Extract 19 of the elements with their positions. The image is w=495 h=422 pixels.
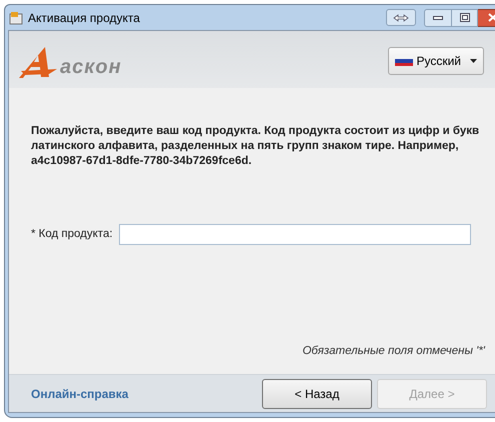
field-label: * Код продукта: [31, 226, 113, 242]
close-icon [488, 13, 495, 22]
logo-text: аскон [60, 56, 122, 76]
required-note: Обязательные поля отмечены '*' [302, 344, 485, 359]
maximize-icon [460, 13, 470, 22]
help-link[interactable]: Онлайн-справка [31, 384, 128, 402]
app-icon [9, 10, 23, 24]
maximize-button[interactable] [452, 8, 478, 26]
resize-button[interactable] [386, 9, 416, 26]
product-code-field[interactable] [118, 224, 471, 245]
minimize-button[interactable] [424, 8, 452, 26]
caret-icon [470, 58, 477, 62]
nav-button[interactable]: < Назад [262, 378, 372, 408]
language-dropdown[interactable]: Русский [388, 46, 484, 74]
double-arrow-icon [393, 14, 409, 22]
minimize-icon [433, 16, 443, 20]
instructions-text: Пожалуйста, введите ваш код продукта. Код продукта состоит из цифр и букв латинского алфавита, разделенных на пять групп знаком тире. Например, a4c10987-67d1-8dfe-7780-34b7269fce6d. [31, 124, 480, 169]
logo-mark-icon [19, 46, 59, 78]
window-title: Активация продукта [28, 10, 140, 26]
